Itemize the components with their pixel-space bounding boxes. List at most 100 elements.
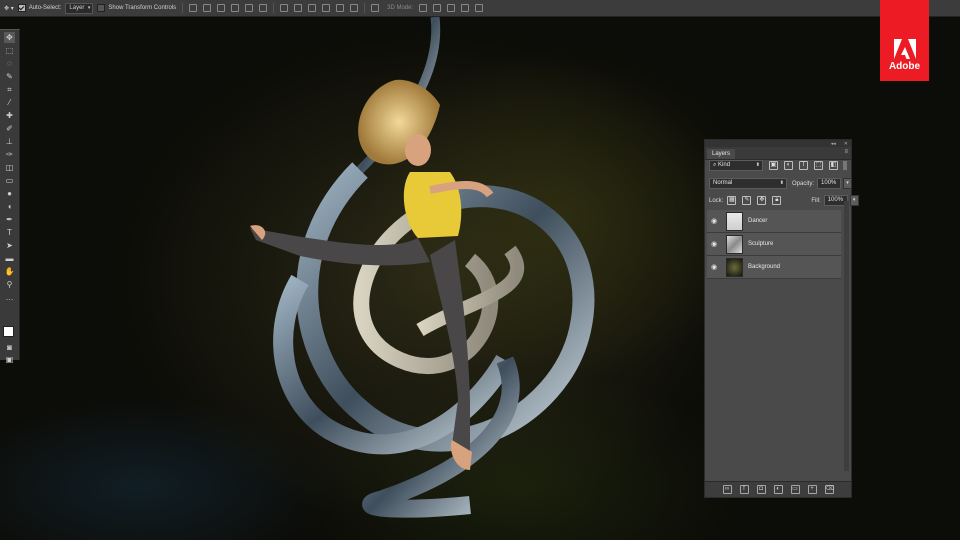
- visibility-eye-icon[interactable]: ◉: [707, 217, 721, 225]
- link-layers-icon[interactable]: ∞: [722, 485, 732, 494]
- marquee-icon[interactable]: ⬚: [4, 45, 15, 56]
- layer-style-icon[interactable]: f: [739, 485, 749, 494]
- align-right-icon[interactable]: [259, 4, 268, 12]
- lock-paint-icon[interactable]: ✎: [742, 196, 752, 205]
- zoom-icon[interactable]: ⚲: [4, 279, 15, 290]
- type-icon[interactable]: T: [4, 227, 15, 238]
- blend-mode-dropdown[interactable]: Normal: [709, 178, 787, 189]
- collapse-icon[interactable]: ◂◂: [831, 141, 836, 147]
- align-center-icon[interactable]: [245, 4, 254, 12]
- blur-icon[interactable]: ●: [4, 188, 15, 199]
- align-middle-icon[interactable]: [203, 4, 212, 12]
- lock-position-icon[interactable]: ✥: [757, 196, 767, 205]
- align-left-icon[interactable]: [231, 4, 240, 12]
- blend-row: Normal Opacity: 100% ▾: [709, 178, 853, 189]
- stamp-icon[interactable]: ⊥: [4, 136, 15, 147]
- 3d-pan-icon[interactable]: [447, 4, 456, 12]
- path-select-icon[interactable]: ➤: [4, 240, 15, 251]
- move-tool-preset-icon[interactable]: ✥ ▾: [4, 5, 14, 12]
- distribute-left-icon[interactable]: [322, 4, 331, 12]
- opacity-input[interactable]: 100%: [817, 178, 842, 189]
- adobe-logo-badge: Adobe: [880, 0, 929, 81]
- adjustment-filter-icon[interactable]: ◐: [784, 161, 793, 170]
- visibility-eye-icon[interactable]: ◉: [707, 240, 721, 248]
- foreground-color-swatch[interactable]: [3, 326, 14, 337]
- gradient-icon[interactable]: ▭: [4, 175, 15, 186]
- layers-panel: ◂◂ ✕ Layers ≡ ⌕ Kind ▣ ◐ T ⬚ ◧ Normal Op…: [704, 139, 859, 498]
- transform-controls-checkbox[interactable]: Show Transform Controls: [97, 4, 176, 12]
- layers-scrollbar[interactable]: [844, 201, 849, 471]
- quick-mask-icon[interactable]: ◙: [4, 342, 15, 353]
- adjustment-layer-icon[interactable]: ◐: [773, 485, 783, 494]
- 3d-mode-label: 3D Mode:: [387, 5, 414, 11]
- 3d-slide-icon[interactable]: [461, 4, 470, 12]
- auto-select-checkbox[interactable]: Auto-Select:: [17, 4, 62, 12]
- fill-slider-icon[interactable]: ▾: [849, 195, 859, 206]
- delete-layer-icon[interactable]: ⌫: [824, 485, 834, 494]
- layer-thumbnail: [726, 234, 743, 254]
- eyedropper-icon[interactable]: ⁄: [4, 97, 15, 108]
- screen-mode-icon[interactable]: ▣: [4, 354, 15, 365]
- layer-name: Dancer: [748, 218, 768, 224]
- distribute-middle-icon[interactable]: [294, 4, 303, 12]
- auto-select-label: Auto-Select:: [28, 5, 62, 11]
- checkbox-icon: [17, 4, 26, 12]
- layer-name: Background: [748, 264, 781, 270]
- distribute-center-icon[interactable]: [336, 4, 345, 12]
- close-panel-icon[interactable]: ✕: [844, 141, 848, 147]
- lock-pixels-icon[interactable]: ▦: [727, 196, 737, 205]
- auto-align-icon[interactable]: [371, 4, 380, 12]
- align-bottom-icon[interactable]: [217, 4, 226, 12]
- shape-filter-icon[interactable]: ⬚: [814, 161, 823, 170]
- healing-icon[interactable]: ✚: [4, 110, 15, 121]
- new-group-icon[interactable]: ▭: [790, 485, 800, 494]
- align-top-icon[interactable]: [189, 4, 198, 12]
- 3d-roll-icon[interactable]: [433, 4, 442, 12]
- shape-icon[interactable]: ▬: [4, 253, 15, 264]
- layers-footer: ∞ f ◘ ◐ ▭ + ⌫: [705, 481, 851, 497]
- panel-menu-icon[interactable]: ≡: [844, 149, 848, 155]
- visibility-eye-icon[interactable]: ◉: [707, 263, 721, 271]
- filter-row: ⌕ Kind ▣ ◐ T ⬚ ◧: [709, 160, 847, 171]
- eraser-icon[interactable]: ◫: [4, 162, 15, 173]
- filter-kind-dropdown[interactable]: ⌕ Kind: [709, 160, 763, 171]
- lock-all-icon[interactable]: 🔒︎: [772, 196, 782, 205]
- filter-kind-value: Kind: [718, 162, 731, 168]
- opacity-slider-icon[interactable]: ▾: [843, 178, 853, 189]
- distribute-bottom-icon[interactable]: [308, 4, 317, 12]
- brush-icon[interactable]: ✐: [4, 123, 15, 134]
- layer-row-dancer[interactable]: ◉ Dancer: [707, 210, 841, 233]
- more-tools-icon[interactable]: …: [4, 292, 15, 303]
- hand-icon[interactable]: ✋: [4, 266, 15, 277]
- lasso-icon[interactable]: ◌: [4, 58, 15, 69]
- layer-row-sculpture[interactable]: ◉ Sculpture: [707, 233, 841, 256]
- dodge-icon[interactable]: ◖: [4, 201, 15, 212]
- distribute-top-icon[interactable]: [280, 4, 289, 12]
- tab-layers[interactable]: Layers: [707, 149, 736, 159]
- quick-select-icon[interactable]: ✎: [4, 71, 15, 82]
- separator: [364, 3, 366, 13]
- 3d-scale-icon[interactable]: [475, 4, 484, 12]
- 3d-rotate-icon[interactable]: [419, 4, 428, 12]
- pen-icon[interactable]: ✒: [4, 214, 15, 225]
- options-bar: ✥ ▾ Auto-Select: Layer Show Transform Co…: [0, 0, 960, 17]
- auto-select-dropdown[interactable]: Layer: [65, 2, 94, 14]
- history-brush-icon[interactable]: ✑: [4, 149, 15, 160]
- new-layer-icon[interactable]: +: [807, 485, 817, 494]
- distribute-right-icon[interactable]: [350, 4, 359, 12]
- layer-name: Sculpture: [748, 241, 774, 247]
- tools-panel: ✥ ⬚ ◌ ✎ ⌗ ⁄ ✚ ✐ ⊥ ✑ ◫ ▭ ● ◖ ✒ T ➤ ▬ ✋ ⚲ …: [0, 29, 20, 364]
- filter-toggle[interactable]: [843, 161, 847, 170]
- crop-icon[interactable]: ⌗: [4, 84, 15, 95]
- move-icon[interactable]: ✥: [4, 32, 15, 43]
- panel-tab-bar: Layers ≡: [705, 147, 851, 160]
- type-filter-icon[interactable]: T: [799, 161, 808, 170]
- smart-object-filter-icon[interactable]: ◧: [829, 161, 838, 170]
- layer-row-background[interactable]: ◉ Background: [707, 256, 841, 279]
- separator: [273, 3, 275, 13]
- pixel-filter-icon[interactable]: ▣: [769, 161, 778, 170]
- layer-mask-icon[interactable]: ◘: [756, 485, 766, 494]
- fill-label: Fill:: [811, 197, 821, 204]
- lock-row: Lock: ▦ ✎ ✥ 🔒︎ Fill: 100% ▾: [709, 195, 859, 206]
- adobe-logo-icon: [893, 39, 916, 59]
